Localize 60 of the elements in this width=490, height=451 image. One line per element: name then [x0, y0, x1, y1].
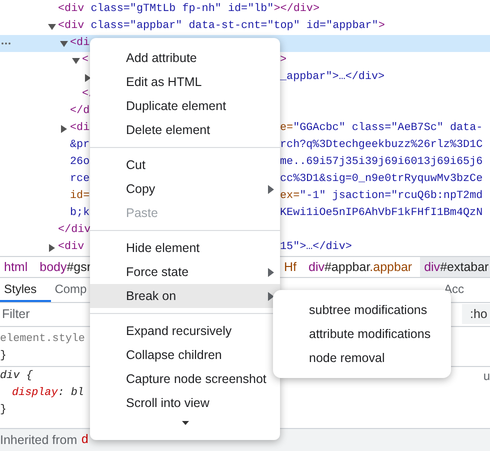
submenu-arrow-icon	[268, 268, 274, 277]
scroll-down-icon[interactable]	[182, 421, 188, 425]
code-text: >	[280, 54, 287, 66]
code-text: <div	[58, 240, 84, 255]
menu-item[interactable]: Copy	[90, 177, 280, 201]
expanded-triangle-icon[interactable]	[48, 22, 56, 30]
code-text: <di	[70, 36, 90, 51]
menu-item[interactable]: attribute modifications	[273, 322, 451, 346]
menu-item[interactable]: Hide element	[90, 236, 280, 260]
menu-item[interactable]: Break on	[90, 284, 280, 308]
menu-item[interactable]: Add attribute	[90, 46, 280, 70]
panel-tab[interactable]: Styles	[0, 278, 51, 302]
code-text: 15">…</div>	[280, 241, 352, 253]
code-text: cc%3D1&sig=0_n9e0trRyquwMv3bzCe	[280, 173, 483, 185]
code-text: <	[82, 53, 89, 68]
panel-tab[interactable]: Comp	[50, 278, 87, 302]
code-text: &pr	[70, 138, 90, 153]
collapsed-triangle-icon[interactable]	[84, 74, 92, 82]
inherited-element: d	[81, 433, 89, 447]
menu-item[interactable]: node removal	[273, 346, 451, 370]
submenu-arrow-icon	[268, 185, 274, 194]
menu-item[interactable]: Cut	[90, 153, 280, 177]
code-text: e="GGAcbc" class="AeB7Sc" data-	[280, 122, 483, 134]
collapsed-triangle-icon[interactable]	[60, 124, 68, 132]
code-text: KEwi1iOe5nIP6AhVbF1kFHfI1Bm4QzN	[280, 207, 483, 219]
code-text: <di	[70, 121, 90, 136]
style-selector: element.style	[0, 332, 86, 344]
code-text: b;k	[70, 206, 90, 221]
style-declaration: display: bl	[11, 386, 85, 398]
expanded-triangle-icon[interactable]	[72, 56, 80, 64]
code-text: me..69i57j35i39j69i6013j69i65j6	[280, 156, 483, 168]
collapsed-triangle-icon[interactable]	[48, 244, 56, 252]
breadcrumb[interactable]: html	[0, 257, 32, 277]
style-brace: }	[0, 404, 8, 416]
code-text: ex="-1" jsaction="rcuQ6b:npT2md	[280, 190, 483, 202]
menu-item[interactable]: Delete element	[90, 118, 280, 142]
code-text: <div class="appbar" data-st-cnt="top" id="appbar">	[58, 19, 385, 34]
menu-item[interactable]: Duplicate element	[90, 94, 280, 118]
menu-item[interactable]: Force state	[90, 260, 280, 284]
code-text: _appbar">…</div>	[280, 71, 385, 83]
hover-state-button[interactable]: :ho	[462, 304, 490, 324]
code-text: rce	[70, 172, 90, 187]
breadcrumb[interactable]: div#appbar.appbar	[304, 257, 416, 277]
inherited-label: Inherited from	[0, 433, 78, 447]
style-selector: div {	[0, 370, 34, 382]
menu-item[interactable]: Edit as HTML	[90, 70, 280, 94]
breadcrumb[interactable]: div#extabar	[420, 257, 490, 277]
breadcrumb[interactable]: Hf	[280, 257, 300, 277]
submenu-arrow-icon	[268, 292, 274, 301]
style-source: u	[483, 368, 490, 382]
expanded-triangle-icon[interactable]	[60, 40, 68, 48]
code-text: id=	[70, 189, 90, 204]
code-text: </div	[58, 223, 91, 238]
more-dots-icon[interactable]	[1, 42, 11, 45]
code-text: <div class="gTMtLb fp-nh" id="lb"></div>	[58, 2, 320, 17]
menu-item[interactable]: Scroll into view	[90, 391, 280, 415]
code-text: </d	[70, 104, 90, 119]
code-text: 26o	[70, 155, 90, 170]
style-brace: }	[0, 350, 8, 362]
code-text: rch?q%3Dtechgeekbuzz%26rlz%3D1C	[280, 139, 483, 151]
